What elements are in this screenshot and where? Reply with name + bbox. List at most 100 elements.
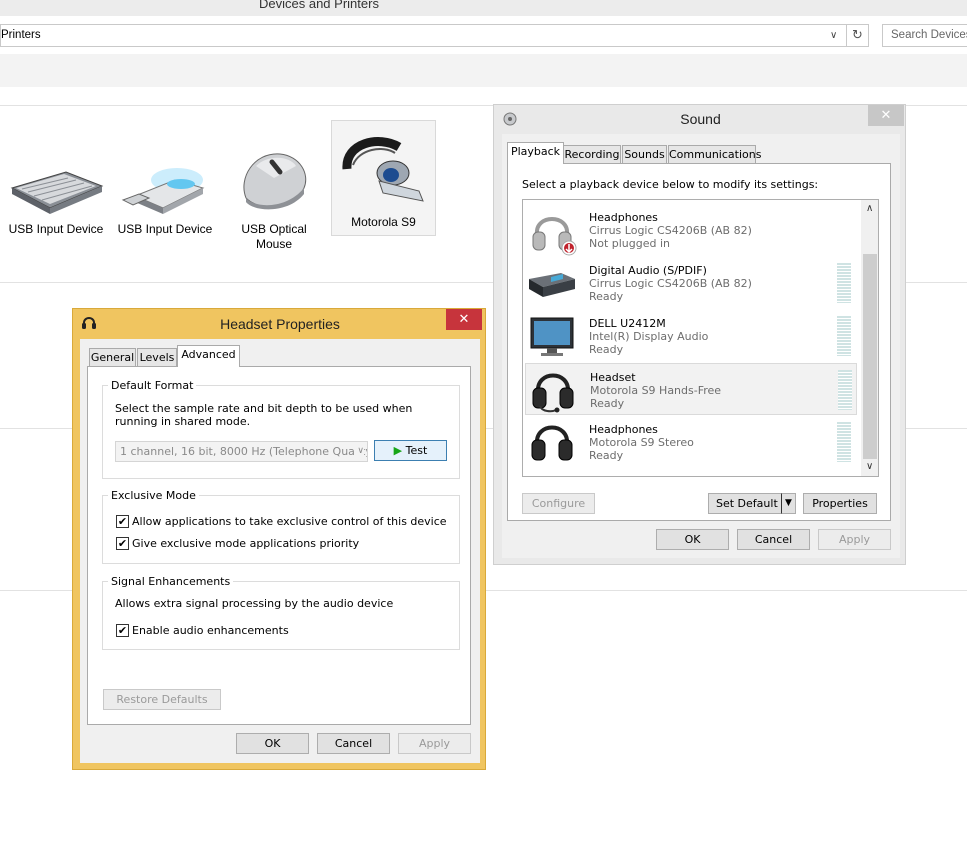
tab-recording[interactable]: Recording xyxy=(563,145,621,164)
volume-meter xyxy=(837,263,851,303)
scroll-down-icon[interactable]: ∨ xyxy=(866,461,873,472)
device-label: USB Input Device xyxy=(8,222,104,236)
device-status: Ready xyxy=(589,290,624,303)
address-text: Printers xyxy=(1,29,41,41)
device-name: Digital Audio (S/PDIF) xyxy=(589,264,707,277)
device-name: DELL U2412M xyxy=(589,317,666,330)
volume-meter xyxy=(837,316,851,356)
chevron-down-icon: ∨ xyxy=(355,442,364,461)
command-bar xyxy=(0,54,967,87)
set-default-button[interactable]: Set Default xyxy=(708,493,782,514)
tab-levels[interactable]: Levels xyxy=(137,348,177,367)
playback-instruction: Select a playback device below to modify… xyxy=(522,178,819,191)
volume-meter xyxy=(837,422,851,462)
list-item[interactable]: Headphones Cirrus Logic CS4206B (AB 82) … xyxy=(525,204,857,256)
device-label: USB Input Device xyxy=(117,222,213,236)
exclusive-mode-group xyxy=(102,495,460,564)
device-name: Headset xyxy=(590,371,636,384)
scroll-up-icon[interactable]: ∧ xyxy=(866,203,873,214)
apply-button[interactable]: Apply xyxy=(818,529,891,550)
explorer-titlebar xyxy=(0,0,967,16)
playback-device-list[interactable]: Headphones Cirrus Logic CS4206B (AB 82) … xyxy=(522,199,879,477)
tab-advanced[interactable]: Advanced xyxy=(177,345,240,367)
device-driver: Cirrus Logic CS4206B (AB 82) xyxy=(589,277,752,290)
headphones-icon xyxy=(531,425,573,461)
signal-description: Allows extra signal processing by the au… xyxy=(115,597,394,610)
headset-properties-dialog: Headset Properties ✕ General Levels Adva… xyxy=(72,308,486,770)
ok-button[interactable]: OK xyxy=(656,529,729,550)
tab-sounds[interactable]: Sounds xyxy=(622,145,667,164)
playback-panel: Select a playback device below to modify… xyxy=(507,163,891,521)
scrollbar[interactable]: ∧ ∨ xyxy=(861,200,878,476)
device-label: Motorola S9 xyxy=(351,215,416,229)
enhancements-checkbox[interactable]: ✔ xyxy=(116,624,129,637)
tab-general[interactable]: General xyxy=(89,348,136,367)
device-driver: Motorola S9 Hands-Free xyxy=(590,384,722,397)
chevron-down-icon: ▼ xyxy=(785,498,792,508)
priority-label[interactable]: Give exclusive mode applications priorit… xyxy=(132,537,359,550)
device-name: Headphones xyxy=(589,423,658,436)
list-item[interactable]: Headphones Motorola S9 Stereo Ready xyxy=(525,416,857,468)
exclusive-mode-label: Exclusive Mode xyxy=(108,489,199,502)
default-format-group xyxy=(102,385,460,479)
headphones-icon xyxy=(532,217,577,256)
sample-rate-select[interactable]: 1 channel, 16 bit, 8000 Hz (Telephone Qu… xyxy=(115,441,368,462)
keyboard-icon xyxy=(10,171,104,214)
device-name: Headphones xyxy=(589,211,658,224)
close-icon[interactable]: ✕ xyxy=(446,309,482,330)
default-format-description: Select the sample rate and bit depth to … xyxy=(115,402,413,428)
advanced-panel: Default Format Select the sample rate an… xyxy=(87,366,471,725)
tab-playback[interactable]: Playback xyxy=(507,142,564,164)
headset-title: Headset Properties xyxy=(220,316,340,332)
monitor-icon xyxy=(530,317,574,356)
device-status: Ready xyxy=(589,449,624,462)
enhancements-label[interactable]: Enable audio enhancements xyxy=(132,624,289,637)
device-usb-input-1[interactable]: USB Input Device xyxy=(4,158,108,237)
device-status: Ready xyxy=(589,343,624,356)
signal-enhancements-label: Signal Enhancements xyxy=(108,575,234,588)
headset-icon xyxy=(342,137,424,202)
apply-button[interactable]: Apply xyxy=(398,733,471,754)
set-default-label: Set Default xyxy=(716,497,778,510)
default-format-label: Default Format xyxy=(108,379,197,392)
set-default-dropdown[interactable]: ▼ xyxy=(781,493,796,514)
signal-enhancements-group xyxy=(102,581,460,650)
allow-exclusive-label[interactable]: Allow applications to take exclusive con… xyxy=(132,515,447,528)
device-usb-input-2[interactable]: USB Input Device xyxy=(115,158,215,237)
device-driver: Cirrus Logic CS4206B (AB 82) xyxy=(589,224,752,237)
sound-dialog: Sound ✕ Playback Recording Sounds Commun… xyxy=(493,104,906,565)
cancel-button[interactable]: Cancel xyxy=(317,733,390,754)
tab-communications[interactable]: Communications xyxy=(668,145,761,164)
refresh-icon[interactable]: ↻ xyxy=(847,24,869,47)
device-motorola-s9[interactable]: Motorola S9 xyxy=(331,120,436,236)
priority-checkbox[interactable]: ✔ xyxy=(116,537,129,550)
test-button[interactable]: ▶ Test xyxy=(374,440,447,461)
search-input[interactable]: Search Devices xyxy=(882,24,967,47)
device-usb-mouse[interactable]: USB Optical Mouse xyxy=(224,148,324,252)
test-label: Test xyxy=(405,444,428,457)
device-status: Not plugged in xyxy=(589,237,671,250)
play-icon: ▶ xyxy=(393,444,403,457)
device-status: Ready xyxy=(590,397,625,410)
device-driver: Intel(R) Display Audio xyxy=(589,330,709,343)
chevron-down-icon[interactable]: ∨ xyxy=(830,30,837,41)
device-driver: Motorola S9 Stereo xyxy=(589,436,694,449)
mouse-icon xyxy=(243,153,307,210)
volume-meter xyxy=(838,370,852,410)
scrollbar-thumb[interactable] xyxy=(863,254,877,459)
allow-exclusive-checkbox[interactable]: ✔ xyxy=(116,515,129,528)
configure-button[interactable]: Configure xyxy=(522,493,595,514)
list-item[interactable]: Digital Audio (S/PDIF) Cirrus Logic CS42… xyxy=(525,257,857,309)
cancel-button[interactable]: Cancel xyxy=(737,529,810,550)
sound-title: Sound xyxy=(680,111,721,127)
close-icon[interactable]: ✕ xyxy=(868,105,904,126)
headset-icon xyxy=(532,373,574,413)
restore-defaults-button[interactable]: Restore Defaults xyxy=(103,689,221,710)
device-label: USB Optical Mouse xyxy=(241,222,307,251)
list-item-selected[interactable]: Headset Motorola S9 Hands-Free Ready xyxy=(525,363,857,415)
address-bar[interactable]: Printers ∨ xyxy=(0,24,847,47)
list-item[interactable]: DELL U2412M Intel(R) Display Audio Ready xyxy=(525,310,857,362)
properties-button[interactable]: Properties xyxy=(803,493,877,514)
usb-dongle-icon xyxy=(121,168,205,214)
ok-button[interactable]: OK xyxy=(236,733,309,754)
